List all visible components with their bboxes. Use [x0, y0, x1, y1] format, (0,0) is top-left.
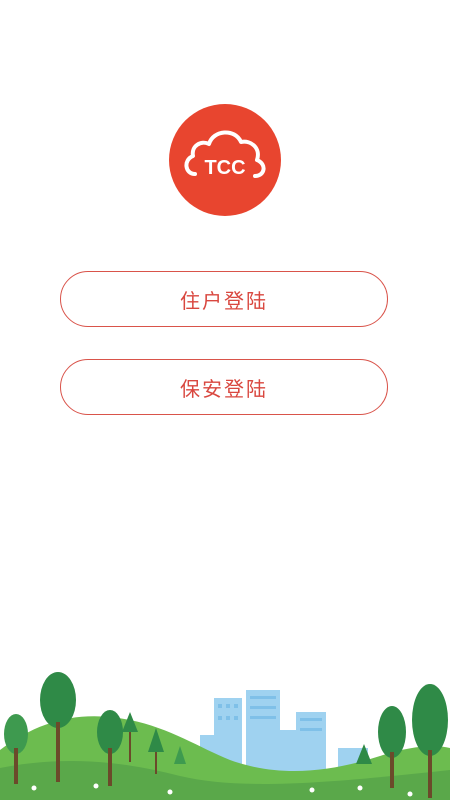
security-login-button[interactable]: 保安登陆 — [60, 359, 388, 415]
cloud-icon: TCC — [184, 130, 266, 179]
resident-login-label: 住户登陆 — [180, 288, 268, 313]
app-logo: TCC — [169, 104, 281, 216]
logo-text: TCC — [204, 157, 245, 179]
resident-login-button[interactable]: 住户登陆 — [60, 271, 388, 327]
city-park-illustration — [0, 672, 450, 800]
security-login-label: 保安登陆 — [180, 376, 268, 401]
